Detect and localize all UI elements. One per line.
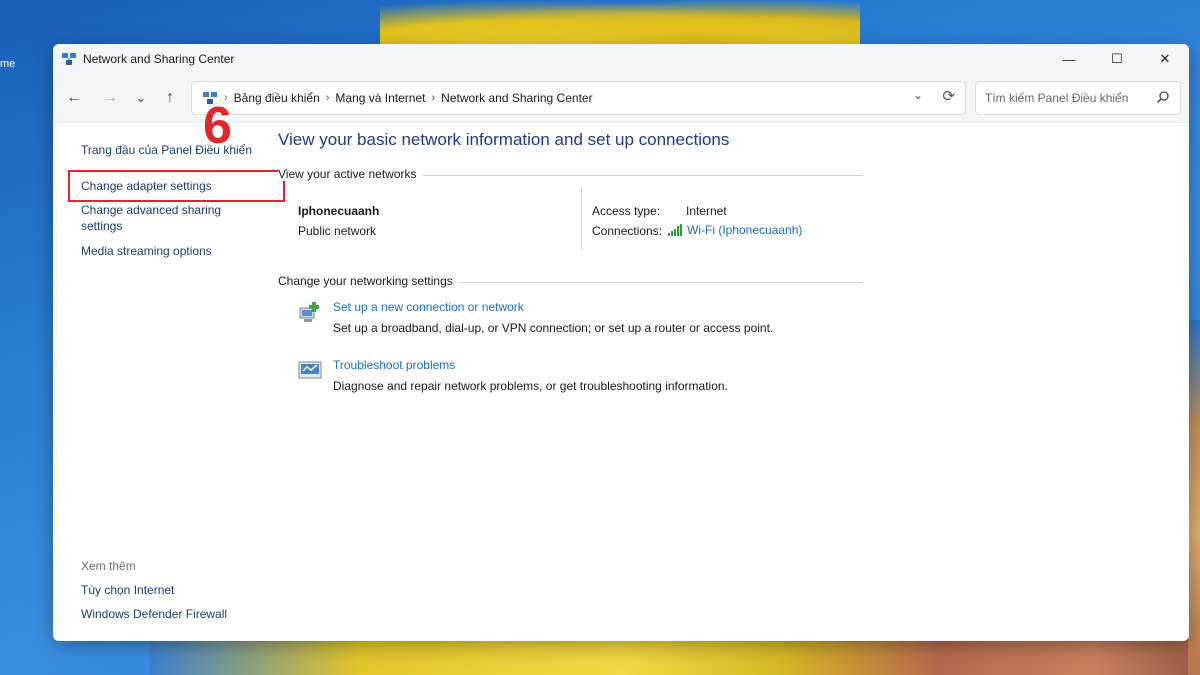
active-networks-label: View your active networks [278,167,423,181]
connections-label: Connections: [592,224,663,238]
back-button[interactable]: ← [62,86,86,110]
see-also-heading: Xem thêm [81,559,136,573]
new-connection-icon [299,302,319,322]
network-type[interactable]: Public network [298,224,376,238]
wallpaper-coral-bottom [150,640,1200,675]
wifi-signal-icon [668,224,682,236]
breadcrumb-network-sharing-center[interactable]: Network and Sharing Center [441,91,592,105]
search-icon[interactable] [1156,90,1170,104]
wallpaper-coral-right [1188,320,1200,675]
access-type-label: Access type: [592,204,661,218]
sidebar-media-streaming[interactable]: Media streaming options [81,243,261,259]
sidebar-internet-options[interactable]: Tùy chọn Internet [81,582,261,598]
access-type-value: Internet [686,204,727,218]
change-settings-label: Change your networking settings [278,274,459,288]
address-dropdown-icon[interactable]: ⌄ [913,88,923,102]
window-title: Network and Sharing Center [83,52,235,66]
wallpaper-coral-top [380,0,860,50]
search-input[interactable] [983,90,1157,106]
forward-button[interactable]: → [98,86,122,110]
desktop-icon-label[interactable]: me [0,58,15,70]
sidebar-change-advanced-sharing[interactable]: Change advanced sharing settings [81,202,231,234]
network-info-divider [581,188,582,250]
search-box[interactable] [975,81,1181,115]
up-button[interactable]: ↑ [158,86,182,110]
network-center-icon [62,53,76,65]
step-number-annotation: 6 [203,97,232,155]
sidebar-home-link[interactable]: Trang đầu của Panel Điều khiển [81,142,261,158]
maximize-button[interactable]: ☐ [1093,44,1141,74]
troubleshoot-desc: Diagnose and repair network problems, or… [333,379,728,393]
breadcrumb-separator: › [431,92,436,104]
highlight-annotation-box [68,170,285,202]
network-name: Iphonecuaanh [298,204,380,218]
minimize-button[interactable]: — [1045,44,1093,74]
address-bar[interactable]: › Bảng điều khiển › Mạng và Internet › N… [191,81,966,115]
sidebar-defender-firewall[interactable]: Windows Defender Firewall [81,606,261,622]
window-controls: — ☐ ✕ [1045,44,1189,74]
breadcrumb-network-internet[interactable]: Mạng và Internet [335,91,425,105]
setup-connection-link[interactable]: Set up a new connection or network [333,300,524,314]
breadcrumb-separator: › [325,92,330,104]
page-title: View your basic network information and … [278,130,730,149]
title-bar[interactable]: Network and Sharing Center — ☐ ✕ [53,44,1189,74]
wifi-connection-name[interactable]: Wi-Fi (Iphonecuaanh) [687,223,802,237]
network-sharing-window: Network and Sharing Center — ☐ ✕ ← → ⌄ ↑… [53,44,1189,641]
wifi-connection-link[interactable]: Wi-Fi (Iphonecuaanh) [668,223,802,237]
troubleshoot-link[interactable]: Troubleshoot problems [333,358,455,372]
refresh-icon[interactable]: ⟳ [942,87,955,105]
close-button[interactable]: ✕ [1141,44,1189,74]
setup-connection-desc: Set up a broadband, dial-up, or VPN conn… [333,321,774,335]
recent-locations-button[interactable]: ⌄ [129,86,153,110]
breadcrumb-control-panel[interactable]: Bảng điều khiển [234,91,320,105]
troubleshoot-icon [298,361,322,379]
